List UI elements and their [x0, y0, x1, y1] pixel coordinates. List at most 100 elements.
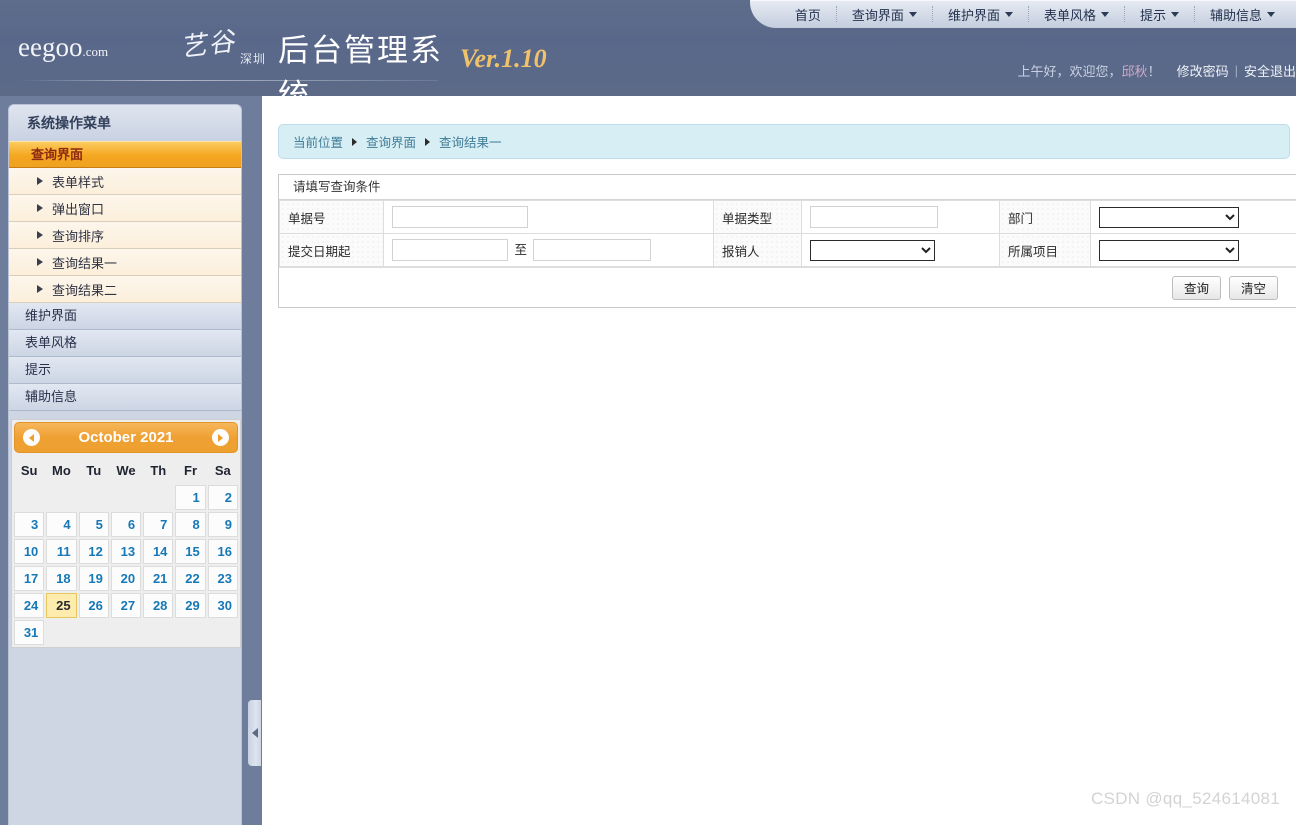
calendar-day[interactable]: 20 — [111, 566, 141, 591]
version-label: Ver.1.10 — [460, 44, 547, 74]
calendar-day[interactable]: 23 — [208, 566, 238, 591]
form-row-1: 单据号 单据类型 部门 — [280, 201, 1296, 234]
calendar-day[interactable]: 24 — [14, 593, 44, 618]
top-banner: eegoo.com 艺谷 深圳 后台管理系统 Ver.1.10 首页 查询界面 … — [0, 0, 1296, 96]
calendar-day-empty — [208, 620, 238, 645]
nav-item-query-label: 查询界面 — [852, 5, 904, 24]
nav-item-query[interactable]: 查询界面 — [837, 0, 932, 28]
calendar-weekday: Mo — [46, 457, 76, 483]
form-row-2: 提交日期起 至 报销人 所属项目 — [280, 234, 1296, 267]
calendar-day[interactable]: 22 — [175, 566, 205, 591]
calendar-day[interactable]: 4 — [46, 512, 76, 537]
sidebar-item-auxiliary[interactable]: 辅助信息 — [9, 384, 241, 411]
calendar-day[interactable]: 18 — [46, 566, 76, 591]
query-form-caption: 请填写查询条件 — [279, 175, 1296, 200]
sidebar-item-query-interface[interactable]: 查询界面 — [9, 141, 241, 168]
calendar-day[interactable]: 30 — [208, 593, 238, 618]
doc-type-input[interactable] — [810, 206, 938, 228]
calendar-day-empty — [79, 620, 109, 645]
calendar-day[interactable]: 27 — [111, 593, 141, 618]
calendar-day[interactable]: 11 — [46, 539, 76, 564]
logo-wordmark-text: eegoo — [18, 32, 82, 62]
sidebar-subitem-popup-window[interactable]: 弹出窗口 — [9, 195, 241, 222]
calendar-day[interactable]: 21 — [143, 566, 173, 591]
calendar-day[interactable]: 17 — [14, 566, 44, 591]
calendar-day[interactable]: 31 — [14, 620, 44, 645]
calendar-day[interactable]: 16 — [208, 539, 238, 564]
calendar-day[interactable]: 29 — [175, 593, 205, 618]
sidebar-subitem-form-style[interactable]: 表单样式 — [9, 168, 241, 195]
calendar-week-row: 17 18 19 20 21 22 23 — [14, 566, 238, 591]
change-password-link[interactable]: 修改密码 — [1177, 61, 1229, 80]
triangle-right-icon — [37, 231, 43, 239]
welcome-username: 邱秋 — [1122, 61, 1148, 80]
logo-wordmark: eegoo.com — [18, 32, 108, 63]
calendar-day[interactable]: 7 — [143, 512, 173, 537]
sidebar-item-maintenance[interactable]: 维护界面 — [9, 303, 241, 330]
nav-item-form-style[interactable]: 表单风格 — [1029, 0, 1124, 28]
calendar-widget: October 2021 Su Mo Tu We Th Fr Sa — [11, 419, 241, 648]
calendar-weekday: We — [111, 457, 141, 483]
calendar-day[interactable]: 12 — [79, 539, 109, 564]
submit-date-from-input[interactable] — [392, 239, 508, 261]
query-button[interactable]: 查询 — [1172, 276, 1221, 300]
triangle-right-icon — [37, 285, 43, 293]
chevron-down-icon — [1005, 12, 1013, 17]
submit-date-to-input[interactable] — [533, 239, 651, 261]
calendar-day-selected[interactable]: 25 — [46, 593, 76, 618]
site-logo: eegoo.com 艺谷 深圳 后台管理系统 Ver.1.10 — [8, 22, 448, 72]
sidebar-subitem-query-sort[interactable]: 查询排序 — [9, 222, 241, 249]
calendar-day[interactable]: 10 — [14, 539, 44, 564]
sidebar-header: 系统操作菜单 — [9, 105, 241, 141]
calendar-day-empty — [143, 485, 173, 510]
calendar-prev-month-button[interactable] — [23, 429, 40, 446]
sidebar-subitem-label: 查询结果一 — [52, 253, 117, 272]
calendar-week-row: 3 4 5 6 7 8 9 — [14, 512, 238, 537]
breadcrumb-item-query-result-one: 查询结果一 — [439, 132, 502, 151]
calendar-day[interactable]: 14 — [143, 539, 173, 564]
reimburser-select[interactable] — [810, 240, 935, 261]
calendar-day[interactable]: 5 — [79, 512, 109, 537]
sidebar: 系统操作菜单 查询界面 表单样式 弹出窗口 查询排序 查询结果一 查询结果二 维… — [8, 104, 242, 825]
calendar-day[interactable]: 2 — [208, 485, 238, 510]
calendar-next-month-button[interactable] — [212, 429, 229, 446]
calendar-title: October 2021 — [40, 429, 212, 446]
sidebar-collapse-handle[interactable] — [248, 700, 261, 766]
clear-button[interactable]: 清空 — [1229, 276, 1278, 300]
label-department: 部门 — [1000, 201, 1091, 234]
logo-chinese-art: 艺谷 — [178, 21, 238, 65]
nav-item-maintenance[interactable]: 维护界面 — [933, 0, 1028, 28]
department-select[interactable] — [1099, 207, 1239, 228]
nav-item-maintenance-label: 维护界面 — [948, 5, 1000, 24]
breadcrumb-item-query-interface[interactable]: 查询界面 — [366, 132, 416, 151]
field-project — [1091, 234, 1296, 267]
logout-link[interactable]: 安全退出 — [1244, 61, 1296, 80]
calendar-day[interactable]: 3 — [14, 512, 44, 537]
sidebar-subitem-query-result-two[interactable]: 查询结果二 — [9, 276, 241, 303]
sidebar-item-form-style[interactable]: 表单风格 — [9, 330, 241, 357]
watermark: CSDN @qq_524614081 — [1091, 789, 1280, 809]
label-project: 所属项目 — [1000, 234, 1091, 267]
nav-item-tips[interactable]: 提示 — [1125, 0, 1194, 28]
calendar-day[interactable]: 19 — [79, 566, 109, 591]
calendar-day[interactable]: 6 — [111, 512, 141, 537]
label-doc-no: 单据号 — [280, 201, 384, 234]
nav-item-home[interactable]: 首页 — [780, 0, 836, 28]
calendar-day[interactable]: 28 — [143, 593, 173, 618]
calendar-grid: Su Mo Tu We Th Fr Sa 1 2 — [12, 455, 240, 647]
logo-divider-line — [18, 80, 438, 81]
calendar-day[interactable]: 9 — [208, 512, 238, 537]
calendar-day[interactable]: 13 — [111, 539, 141, 564]
calendar-day[interactable]: 8 — [175, 512, 205, 537]
doc-no-input[interactable] — [392, 206, 528, 228]
project-select[interactable] — [1099, 240, 1239, 261]
sidebar-item-tips[interactable]: 提示 — [9, 357, 241, 384]
calendar-day[interactable]: 26 — [79, 593, 109, 618]
calendar-week-row: 24 25 26 27 28 29 30 — [14, 593, 238, 618]
nav-item-auxiliary[interactable]: 辅助信息 — [1195, 0, 1290, 28]
sidebar-subitem-query-result-one[interactable]: 查询结果一 — [9, 249, 241, 276]
query-form-panel: 请填写查询条件 单据号 单据类型 部门 — [278, 174, 1296, 308]
sidebar-subitem-label: 表单样式 — [52, 172, 104, 191]
calendar-day[interactable]: 15 — [175, 539, 205, 564]
calendar-day[interactable]: 1 — [175, 485, 205, 510]
